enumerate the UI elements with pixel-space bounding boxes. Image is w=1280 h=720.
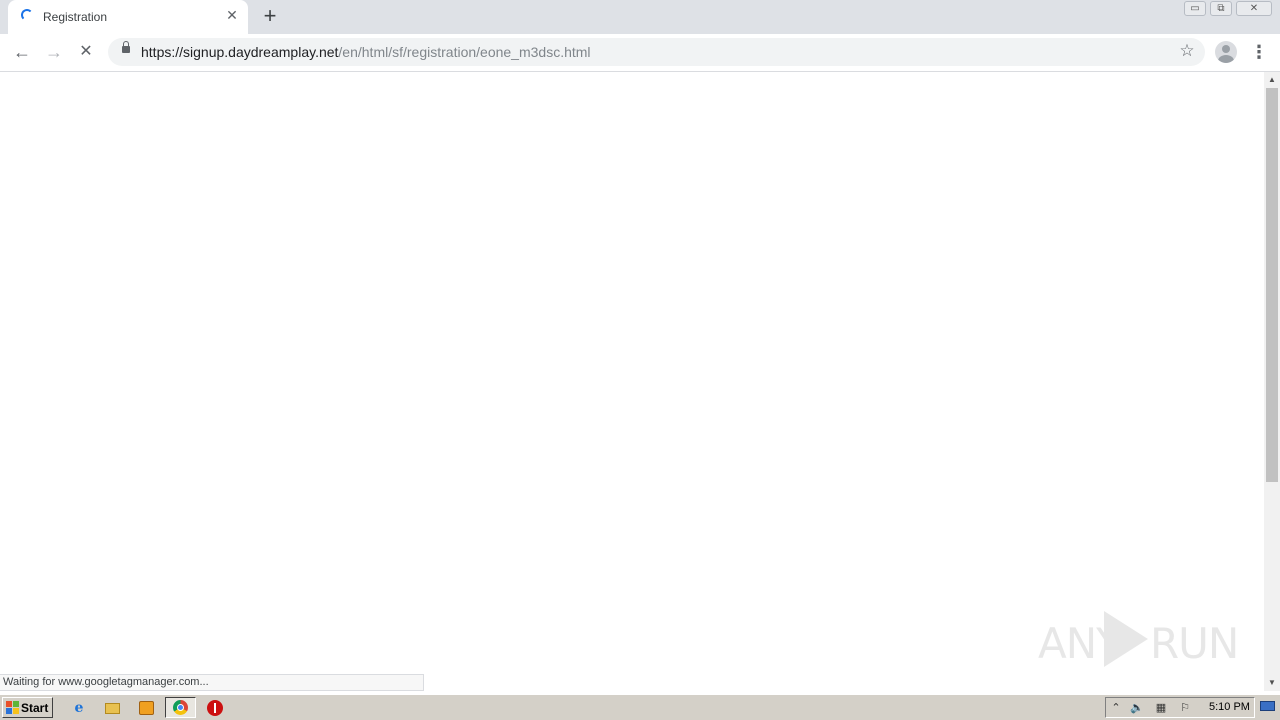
show-desktop-icon[interactable]: [1259, 699, 1277, 715]
tab-title: Registration: [43, 10, 108, 24]
screen: Registration ✕ + ▭ ⧉ ✕ ← → ✕ https://sig…: [0, 0, 1280, 720]
profile-avatar-icon[interactable]: [1215, 41, 1237, 63]
status-bubble: Waiting for www.googletagmanager.com...: [0, 674, 424, 691]
loading-spinner-icon: [21, 9, 33, 21]
network-icon[interactable]: ▦: [1153, 700, 1169, 716]
lock-icon[interactable]: [122, 41, 130, 53]
minimize-window-button[interactable]: ▭: [1184, 1, 1206, 16]
scroll-up-arrow-icon[interactable]: ▲: [1264, 72, 1280, 88]
chrome-taskbar-button[interactable]: [165, 697, 196, 718]
page-content: [0, 72, 1264, 691]
browser-menu-icon[interactable]: ⋮: [1250, 40, 1268, 64]
start-button[interactable]: Start: [2, 697, 53, 718]
stop-sign-icon[interactable]: [205, 698, 225, 718]
volume-icon[interactable]: 🔈: [1129, 700, 1145, 716]
internet-explorer-icon[interactable]: e: [69, 698, 89, 718]
play-logo-icon: [1104, 611, 1148, 667]
url-text[interactable]: https://signup.daydreamplay.net/en/html/…: [141, 44, 591, 60]
action-center-flag-icon[interactable]: ⚐: [1177, 700, 1193, 716]
scroll-down-arrow-icon[interactable]: ▼: [1264, 675, 1280, 691]
system-tray: ⌃ 🔈 ▦ ⚐ 5:10 PM: [1105, 697, 1255, 718]
close-tab-icon[interactable]: ✕: [224, 7, 240, 23]
url-path: /en/html/sf/registration/eone_m3dsc.html: [338, 44, 591, 60]
close-window-button[interactable]: ✕: [1236, 1, 1272, 16]
watermark-right-text: RUN: [1150, 619, 1239, 668]
address-bar[interactable]: https://signup.daydreamplay.net/en/html/…: [108, 38, 1205, 66]
bookmark-star-icon[interactable]: ☆: [1177, 41, 1197, 61]
clock[interactable]: 5:10 PM: [1209, 701, 1250, 713]
anyrun-watermark: ANY RUN: [1038, 607, 1239, 671]
new-tab-button[interactable]: +: [258, 5, 282, 29]
windows-taskbar: Start e ⌃ 🔈 ▦ ⚐ 5:10 PM: [0, 694, 1280, 720]
url-host: https://signup.daydreamplay.net: [141, 44, 339, 60]
forward-button[interactable]: →: [41, 39, 67, 65]
media-player-icon[interactable]: [137, 698, 157, 718]
show-hidden-icons-icon[interactable]: ⌃: [1108, 700, 1124, 716]
vertical-scrollbar[interactable]: ▲ ▼: [1264, 72, 1280, 691]
browser-toolbar: ← → ✕ https://signup.daydreamplay.net/en…: [0, 34, 1280, 72]
tab-registration[interactable]: Registration ✕: [8, 0, 248, 34]
stop-loading-button[interactable]: ✕: [73, 39, 99, 65]
back-button[interactable]: ←: [9, 39, 35, 65]
restore-window-button[interactable]: ⧉: [1210, 1, 1232, 16]
file-explorer-icon[interactable]: [103, 698, 123, 718]
tab-strip: Registration ✕ + ▭ ⧉ ✕: [0, 0, 1280, 34]
start-label: Start: [21, 701, 49, 715]
chrome-icon: [173, 700, 188, 715]
windows-logo-icon: [6, 701, 19, 714]
scrollbar-thumb[interactable]: [1266, 88, 1278, 482]
